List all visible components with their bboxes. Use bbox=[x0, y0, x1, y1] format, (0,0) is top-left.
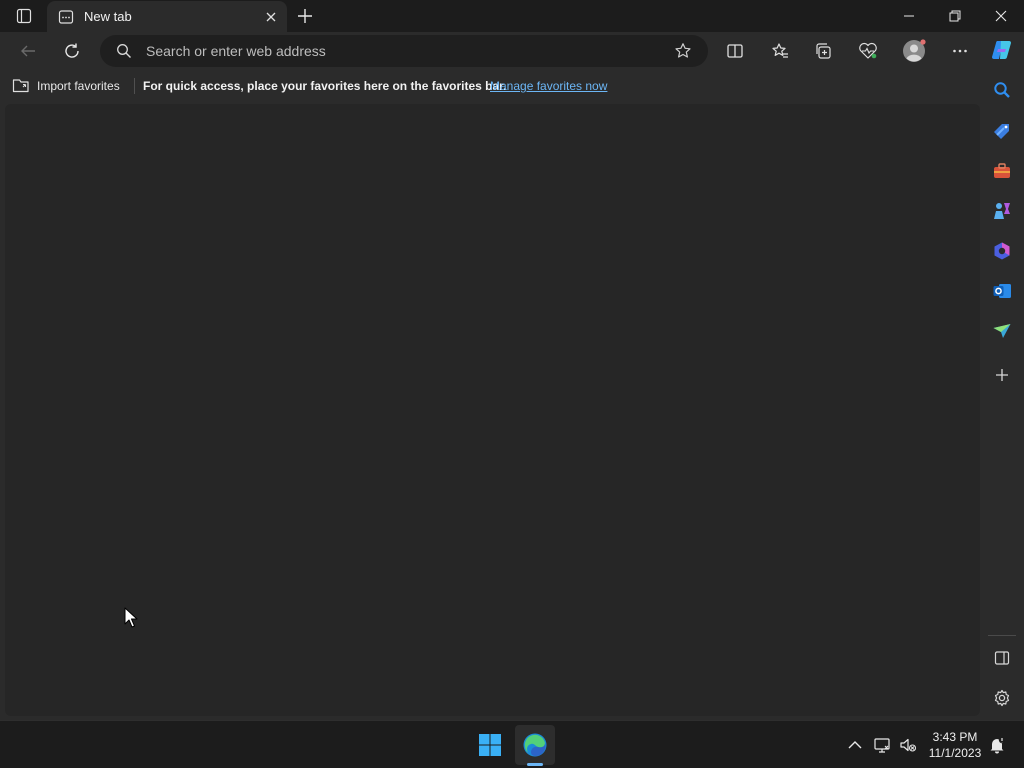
restore-button[interactable] bbox=[932, 0, 978, 32]
copilot-button[interactable] bbox=[988, 36, 1016, 64]
page-content[interactable] bbox=[5, 104, 980, 716]
settings-icon bbox=[994, 689, 1010, 707]
mouse-cursor-icon bbox=[124, 607, 138, 628]
network-icon[interactable] bbox=[873, 736, 891, 754]
clock-time: 3:43 PM bbox=[932, 730, 978, 744]
browser-essentials-icon bbox=[859, 42, 877, 59]
collections-icon bbox=[816, 43, 831, 59]
minimize-icon bbox=[904, 15, 914, 17]
sidebar-microsoft-365-button[interactable] bbox=[988, 237, 1016, 265]
toolbar bbox=[0, 32, 1024, 70]
tab-title: New tab bbox=[84, 9, 132, 24]
search-icon bbox=[994, 82, 1010, 98]
browser-essentials-button[interactable] bbox=[853, 36, 883, 66]
taskbar-clock[interactable]: 3:43 PM 11/1/2023 bbox=[920, 729, 990, 761]
taskbar-edge-button[interactable] bbox=[515, 725, 555, 765]
hide-sidebar-button[interactable] bbox=[988, 644, 1016, 672]
edge-icon bbox=[523, 733, 547, 757]
sidebar-shopping-button[interactable] bbox=[988, 117, 1016, 145]
volume-muted-icon[interactable] bbox=[899, 736, 917, 754]
refresh-icon bbox=[65, 43, 79, 58]
sidebar-games-button[interactable] bbox=[988, 197, 1016, 225]
favorites-bar-divider bbox=[134, 78, 135, 94]
taskbar: 3:43 PM 11/1/2023 bbox=[0, 720, 1024, 768]
title-bar: New tab bbox=[0, 0, 1024, 32]
start-button[interactable] bbox=[470, 725, 510, 765]
copilot-icon bbox=[992, 41, 1011, 59]
chevron-up-icon[interactable] bbox=[846, 736, 864, 754]
add-favorite-icon[interactable] bbox=[674, 42, 692, 60]
screen: New tab Search or enter web address Impo… bbox=[0, 0, 1024, 768]
microsoft-365-icon bbox=[994, 242, 1010, 260]
back-icon bbox=[21, 45, 35, 57]
sidebar-tools-button[interactable] bbox=[988, 157, 1016, 185]
split-screen-icon bbox=[727, 44, 743, 58]
new-tab-icon[interactable] bbox=[296, 7, 314, 25]
profile-button[interactable] bbox=[899, 36, 929, 66]
profile-icon bbox=[903, 39, 926, 62]
shopping-icon bbox=[994, 124, 1009, 139]
favorites-bar-message: For quick access, place your favorites h… bbox=[143, 79, 507, 93]
close-window-button[interactable] bbox=[978, 0, 1024, 32]
notifications-icon[interactable] bbox=[988, 736, 1006, 754]
games-icon bbox=[994, 203, 1010, 219]
add-icon bbox=[996, 369, 1008, 381]
hide-sidebar-icon bbox=[994, 651, 1010, 665]
address-bar[interactable] bbox=[100, 35, 708, 67]
active-app-indicator bbox=[527, 763, 543, 766]
edge-sidebar bbox=[980, 32, 1024, 720]
sidebar-settings-button[interactable] bbox=[988, 684, 1016, 712]
search-icon bbox=[117, 44, 131, 58]
close-icon bbox=[995, 10, 1007, 22]
import-favorites-icon bbox=[12, 79, 29, 93]
new-tab-page-icon bbox=[58, 10, 74, 24]
manage-favorites-link[interactable]: Manage favorites now bbox=[490, 79, 607, 93]
outlook-icon bbox=[993, 284, 1011, 298]
favorites-button[interactable] bbox=[765, 36, 795, 66]
split-screen-button[interactable] bbox=[720, 36, 750, 66]
import-favorites-button[interactable]: Import favorites bbox=[12, 77, 120, 95]
more-options-button[interactable] bbox=[945, 36, 975, 66]
minimize-button[interactable] bbox=[886, 0, 932, 32]
back-button[interactable] bbox=[13, 36, 43, 66]
start-icon bbox=[479, 734, 501, 756]
tab-actions-button[interactable] bbox=[8, 4, 40, 28]
clock-date: 11/1/2023 bbox=[928, 746, 982, 760]
drop-icon bbox=[993, 324, 1011, 338]
more-icon bbox=[953, 49, 967, 53]
sidebar-drop-button[interactable] bbox=[988, 317, 1016, 345]
sidebar-outlook-button[interactable] bbox=[988, 277, 1016, 305]
sidebar-add-button[interactable] bbox=[988, 361, 1016, 389]
restore-icon bbox=[949, 10, 961, 22]
close-tab-icon[interactable] bbox=[263, 9, 279, 25]
tools-icon bbox=[994, 163, 1010, 178]
address-input[interactable] bbox=[146, 41, 666, 61]
collections-button[interactable] bbox=[809, 36, 839, 66]
tab-new-tab[interactable]: New tab bbox=[47, 1, 287, 32]
tab-actions-icon bbox=[16, 8, 32, 24]
sidebar-search-button[interactable] bbox=[988, 76, 1016, 104]
sidebar-divider bbox=[988, 635, 1016, 636]
favorites-icon bbox=[772, 43, 788, 58]
refresh-button[interactable] bbox=[57, 36, 87, 66]
import-favorites-label: Import favorites bbox=[37, 79, 120, 93]
favorites-bar: Import favorites For quick access, place… bbox=[0, 70, 980, 102]
